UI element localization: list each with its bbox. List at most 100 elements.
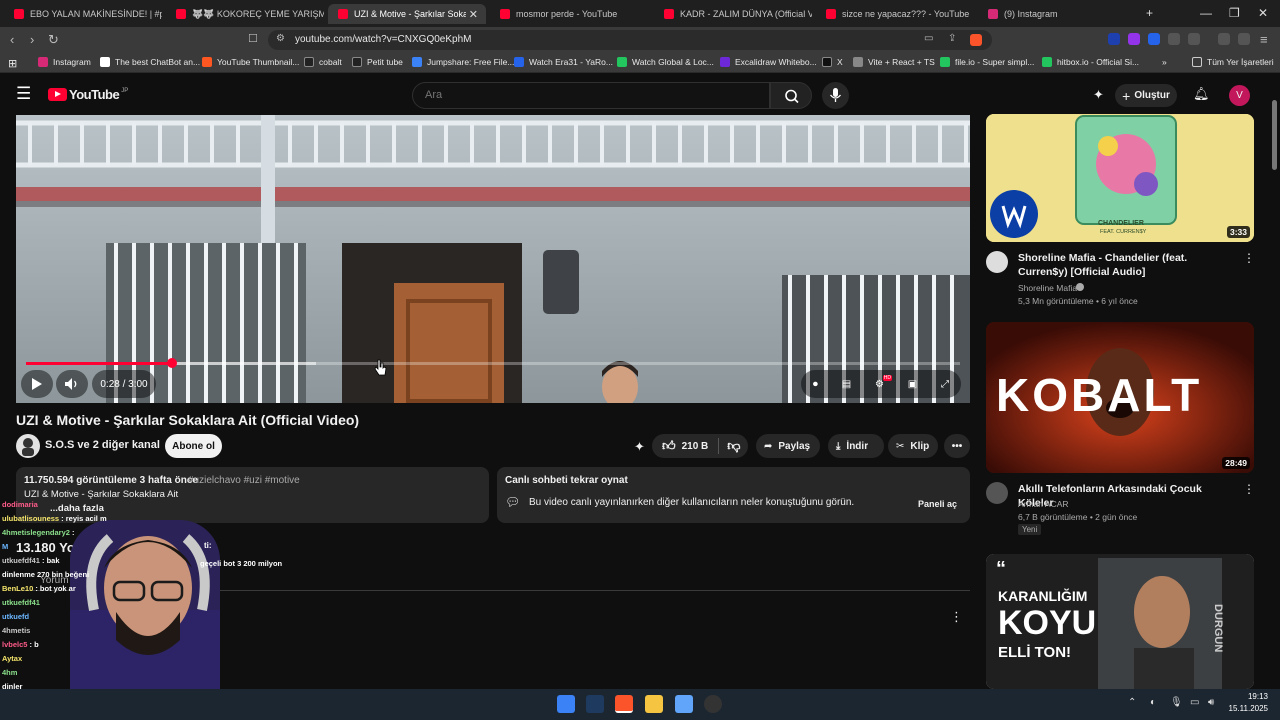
cast-icon[interactable]: ▭: [924, 33, 933, 44]
extension-icon[interactable]: [1128, 33, 1140, 45]
related-thumbnail-3[interactable]: “ KARANLIĞIM KOYU ELLİ TON! DURGUN: [986, 554, 1254, 689]
mute-button[interactable]: [56, 370, 88, 398]
open-panel-button[interactable]: Paneli aç: [909, 495, 967, 513]
bookmark-thumbnail[interactable]: YouTube Thumbnail...: [202, 57, 299, 67]
bookmark-jumpshare[interactable]: Jumpshare: Free File...: [412, 57, 514, 67]
all-bookmarks[interactable]: Tüm Yer İşaretleri: [1192, 57, 1274, 67]
miniplayer-icon[interactable]: ▣: [908, 379, 917, 390]
vpn-icon[interactable]: [1238, 33, 1250, 45]
extension-icon[interactable]: [1148, 33, 1160, 45]
more-actions-button[interactable]: •••: [944, 434, 970, 458]
start-menu-icon[interactable]: [557, 695, 575, 713]
fullscreen-icon[interactable]: ⤢: [941, 379, 949, 390]
hamburger-menu-icon[interactable]: ☰: [16, 84, 31, 104]
youtube-logo[interactable]: YouTube JP: [48, 87, 128, 102]
cast-settings-icon[interactable]: ✦: [1093, 87, 1104, 103]
video-menu-icon[interactable]: ⋮: [1243, 251, 1255, 265]
channel-avatar[interactable]: [986, 482, 1008, 504]
create-button[interactable]: + Oluştur: [1115, 84, 1177, 107]
site-info-icon[interactable]: ⚙: [276, 33, 285, 44]
related-channel[interactable]: Shoreline Mafia: [1018, 283, 1077, 293]
bookmark-era31[interactable]: Watch Era31 - YaRo...: [514, 57, 613, 67]
clock-time[interactable]: 19:13: [1230, 692, 1268, 701]
page-scrollbar[interactable]: [1272, 100, 1277, 170]
browser-tab-5[interactable]: KADR - ZALIM DÜNYA (Official Vide: [654, 4, 812, 24]
tray-overflow-icon[interactable]: ⌃: [1128, 697, 1136, 708]
speaker-icon[interactable]: 🔊︎: [1208, 697, 1214, 708]
minimize-icon[interactable]: —: [1200, 6, 1212, 20]
close-tab-icon[interactable]: ✕: [469, 8, 478, 21]
browser-tab-active[interactable]: UZI & Motive - Şarkılar Sokaklar ✕: [328, 4, 486, 24]
bookmark-chatbot[interactable]: The best ChatBot an...: [100, 57, 200, 67]
browser-tab-6[interactable]: sizce ne yapacaz??? - YouTube: [816, 4, 974, 24]
progress-scrubber-handle[interactable]: [167, 358, 177, 368]
bookmark-hitbox[interactable]: hitbox.io - Official Si...: [1042, 57, 1139, 67]
like-icon[interactable]: 👍︎: [662, 438, 676, 454]
bookmark-cobalt[interactable]: cobalt: [304, 57, 342, 67]
related-channel[interactable]: Arman ACAR: [1018, 499, 1069, 509]
search-box[interactable]: [412, 82, 770, 109]
menu-icon[interactable]: ≡: [1260, 32, 1268, 47]
apps-grid-icon[interactable]: ⊞: [8, 57, 17, 70]
network-icon[interactable]: ▭: [1190, 697, 1199, 708]
share-button[interactable]: ➦ Paylaş: [756, 434, 820, 458]
brave-shield-icon[interactable]: [970, 34, 982, 46]
clip-button[interactable]: ✂ Klip: [888, 434, 938, 458]
notifications-bell-icon[interactable]: 🔔︎: [1193, 86, 1210, 102]
clock-date[interactable]: 15.11.2025: [1220, 704, 1268, 713]
back-icon[interactable]: ‹: [10, 32, 14, 47]
bookmark-fileio[interactable]: file.io - Super simpl...: [940, 57, 1034, 67]
extension-icon[interactable]: [1108, 33, 1120, 45]
settings-gear-icon[interactable]: ⚙ HD: [875, 374, 892, 390]
obs-icon[interactable]: [704, 695, 722, 713]
download-button[interactable]: ⤓ İndir: [828, 434, 884, 458]
new-tab-icon[interactable]: +: [1146, 6, 1153, 20]
account-avatar[interactable]: V: [1229, 85, 1250, 106]
channel-name[interactable]: S.O.S ve 2 diğer kanal: [45, 439, 160, 451]
subscribe-button[interactable]: Abone ol: [165, 434, 222, 458]
share-icon[interactable]: ⇪: [948, 33, 956, 44]
close-window-icon[interactable]: ✕: [1258, 6, 1268, 20]
dislike-icon[interactable]: 👎︎: [727, 438, 740, 454]
voice-search-button[interactable]: [822, 82, 849, 109]
bookmark-watch-global[interactable]: Watch Global & Loc...: [617, 57, 714, 67]
forward-icon[interactable]: ›: [30, 32, 34, 47]
browser-tab-2[interactable]: 🐺🐺 KOKOREÇ YEME YARIŞMASI 2 🐺: [166, 4, 324, 24]
hashtags[interactable]: #uzielchavo #uzi #motive: [188, 475, 300, 486]
bookmark-instagram[interactable]: Instagram: [38, 57, 91, 67]
sparkle-ask-icon[interactable]: ✦: [634, 439, 645, 455]
sidebar-toggle-icon[interactable]: [1188, 33, 1200, 45]
microphone-tray-icon[interactable]: 🎙︎: [1170, 697, 1183, 708]
comment-more-icon[interactable]: ⋮: [950, 609, 963, 625]
file-explorer-icon[interactable]: [645, 695, 663, 713]
bookmarks-overflow-icon[interactable]: »: [1162, 57, 1167, 67]
video-player[interactable]: 0:28 / 3:00 ⏺ ▤ ⚙ HD ▣ ⤢: [16, 115, 970, 403]
browser-tab-1[interactable]: EBO YALAN MAKİNESİNDE! | #pembe: [4, 4, 162, 24]
steam-icon[interactable]: [586, 695, 604, 713]
browser-tab-7[interactable]: (9) Instagram: [978, 4, 1136, 24]
subtitles-icon[interactable]: ▤: [842, 379, 851, 390]
show-more-link[interactable]: ...daha fazla: [50, 503, 104, 514]
brave-browser-icon[interactable]: [615, 695, 633, 713]
related-title[interactable]: Shoreline Mafia - Chandelier (feat. Curr…: [1018, 251, 1238, 279]
address-bar[interactable]: ⚙ youtube.com/watch?v=CNXGQ0eKphM ▭ ⇪: [268, 30, 992, 50]
related-thumbnail-2[interactable]: KOBALT 28:49: [986, 322, 1254, 473]
bookmark-petit-tube[interactable]: Petit tube: [352, 57, 403, 67]
like-count[interactable]: 210 B: [682, 441, 709, 452]
photos-icon[interactable]: [675, 695, 693, 713]
bookmark-icon[interactable]: ☐: [248, 32, 258, 45]
play-button[interactable]: [21, 370, 53, 398]
bookmark-x[interactable]: X: [822, 57, 843, 67]
bookmark-excalidraw[interactable]: Excalidraw Whitebo...: [720, 57, 817, 67]
search-button[interactable]: [770, 82, 812, 109]
music-icon[interactable]: [1218, 33, 1230, 45]
bookmark-vite[interactable]: Vite + React + TS: [853, 57, 935, 67]
tray-app-icon[interactable]: ◐: [1150, 697, 1156, 708]
reload-icon[interactable]: ↻: [48, 32, 59, 48]
restore-icon[interactable]: ❐: [1229, 6, 1240, 20]
video-menu-icon[interactable]: ⋮: [1243, 482, 1255, 496]
related-thumbnail-1[interactable]: CHANDELIER FEAT. CURREN$Y 3:33: [986, 114, 1254, 242]
channel-avatar[interactable]: [986, 251, 1008, 273]
browser-tab-4[interactable]: mosmor perde - YouTube: [490, 4, 650, 24]
autoplay-toggle-icon[interactable]: ⏺: [813, 379, 818, 390]
